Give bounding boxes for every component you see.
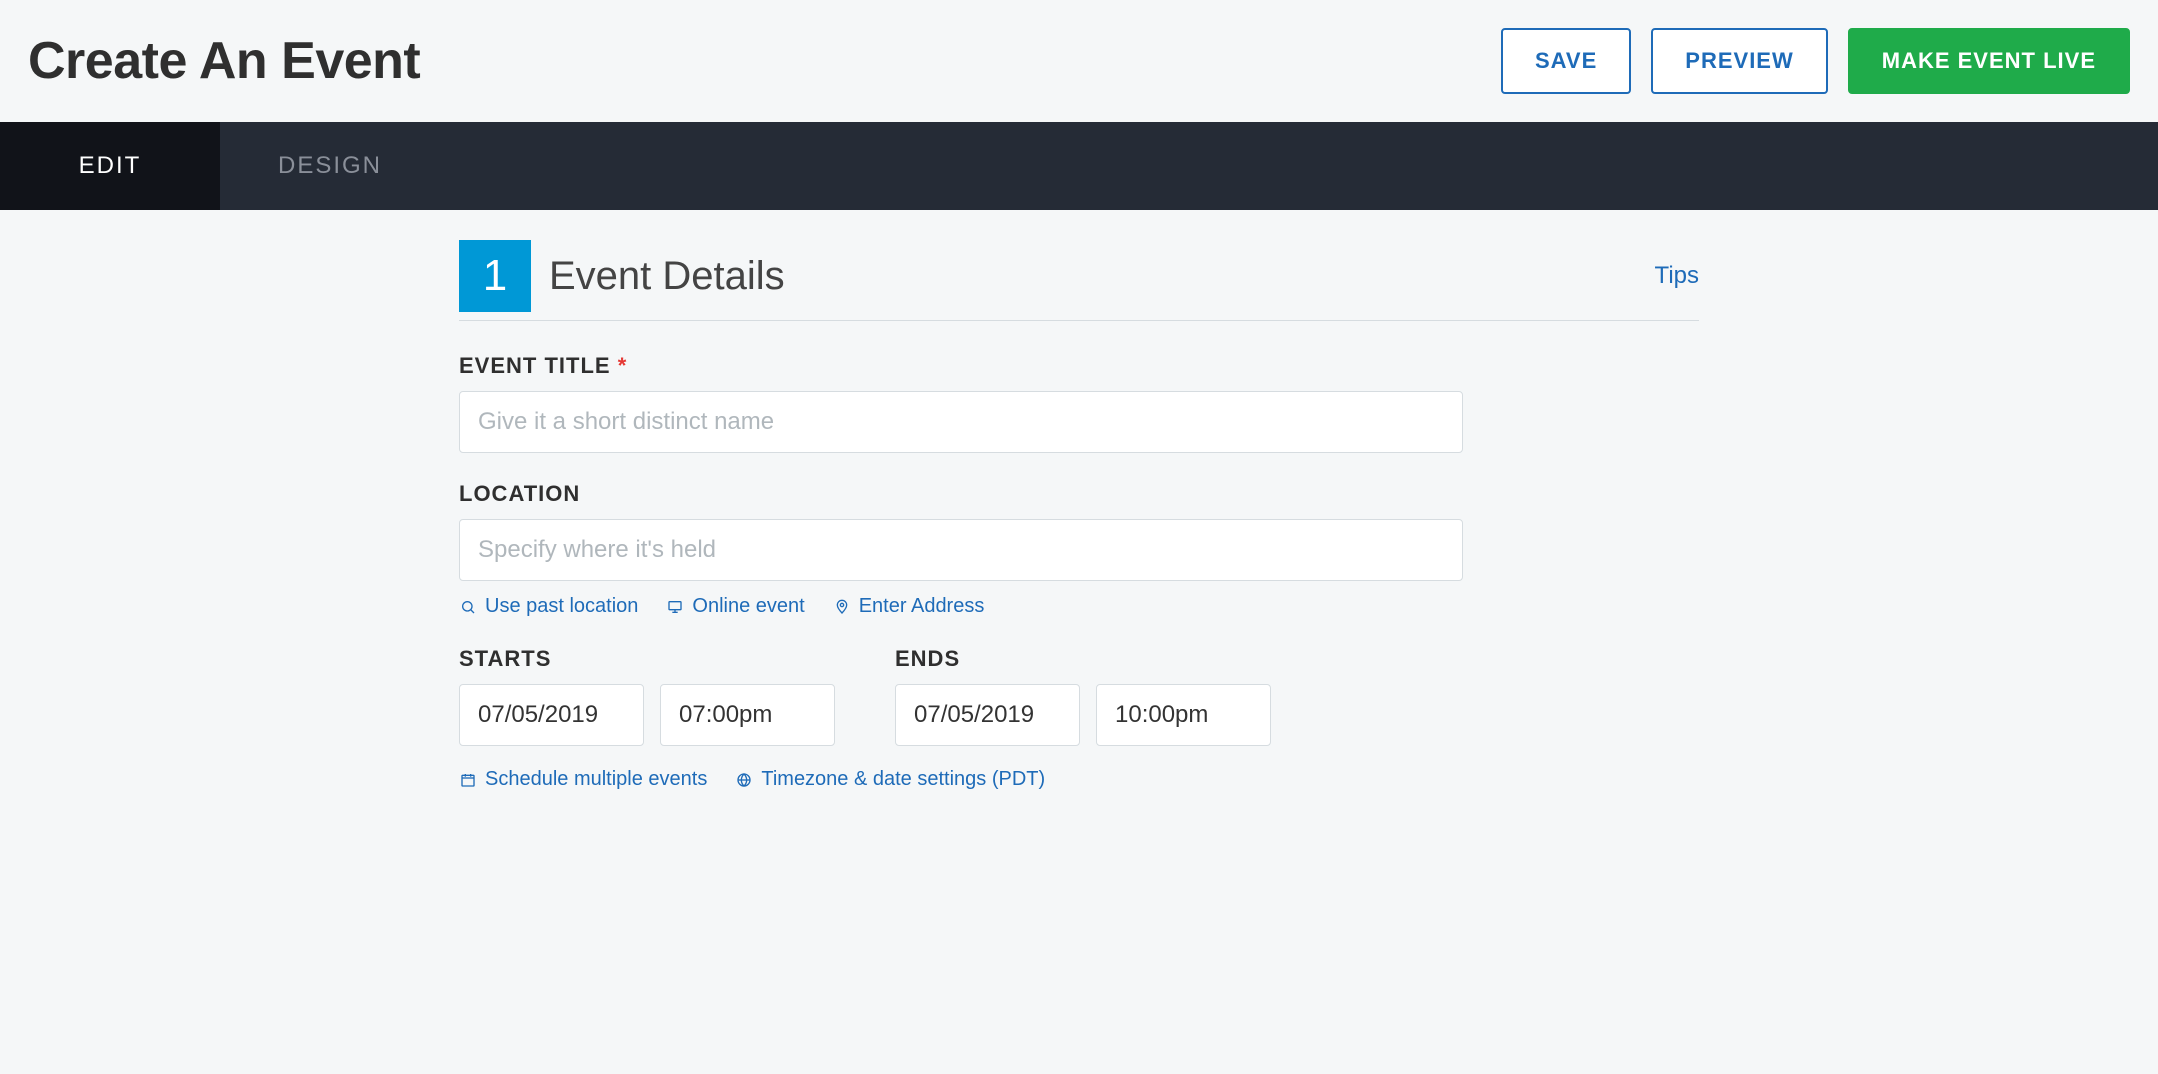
ends-time-input[interactable] [1096, 684, 1271, 746]
content-area: 1 Event Details Tips EVENT TITLE * LOCAT… [439, 210, 1719, 851]
event-title-label-text: EVENT TITLE [459, 353, 611, 378]
header-actions: SAVE PREVIEW MAKE EVENT LIVE [1501, 28, 2130, 94]
preview-button[interactable]: PREVIEW [1651, 28, 1827, 94]
search-icon [459, 598, 477, 616]
datetime-row: STARTS ENDS [459, 646, 1699, 746]
calendar-icon [459, 771, 477, 789]
event-title-label: EVENT TITLE * [459, 353, 1699, 379]
required-star: * [618, 353, 628, 378]
location-field: LOCATION Use past location Online event … [459, 481, 1699, 618]
globe-icon [735, 771, 753, 789]
ends-date-input[interactable] [895, 684, 1080, 746]
make-event-live-button[interactable]: MAKE EVENT LIVE [1848, 28, 2130, 94]
tab-edit[interactable]: EDIT [0, 122, 220, 210]
timezone-settings-link[interactable]: Timezone & date settings (PDT) [735, 768, 1045, 791]
location-quick-links: Use past location Online event Enter Add… [459, 595, 1699, 618]
section-title: Event Details [549, 254, 785, 299]
tab-bar: EDIT DESIGN [0, 122, 2158, 210]
starts-date-input[interactable] [459, 684, 644, 746]
use-past-location-text: Use past location [485, 595, 638, 618]
use-past-location-link[interactable]: Use past location [459, 595, 638, 618]
tab-design[interactable]: DESIGN [220, 122, 440, 210]
starts-label: STARTS [459, 646, 835, 672]
ends-inputs [895, 684, 1271, 746]
save-button[interactable]: SAVE [1501, 28, 1631, 94]
starts-time-input[interactable] [660, 684, 835, 746]
timezone-settings-text: Timezone & date settings (PDT) [761, 768, 1045, 791]
event-title-field: EVENT TITLE * [459, 353, 1699, 453]
location-label: LOCATION [459, 481, 1699, 507]
step-number-badge: 1 [459, 240, 531, 312]
enter-address-link[interactable]: Enter Address [833, 595, 985, 618]
schedule-multiple-text: Schedule multiple events [485, 768, 707, 791]
monitor-icon [666, 598, 684, 616]
page-header: Create An Event SAVE PREVIEW MAKE EVENT … [0, 0, 2158, 122]
section-header: 1 Event Details Tips [459, 240, 1699, 321]
location-input[interactable] [459, 519, 1463, 581]
enter-address-text: Enter Address [859, 595, 985, 618]
event-title-input[interactable] [459, 391, 1463, 453]
page-title: Create An Event [28, 31, 420, 91]
schedule-multiple-events-link[interactable]: Schedule multiple events [459, 768, 707, 791]
ends-column: ENDS [895, 646, 1271, 746]
tips-link[interactable]: Tips [1655, 262, 1699, 290]
online-event-text: Online event [692, 595, 804, 618]
map-pin-icon [833, 598, 851, 616]
starts-inputs [459, 684, 835, 746]
schedule-quick-links: Schedule multiple events Timezone & date… [459, 768, 1699, 791]
ends-label: ENDS [895, 646, 1271, 672]
online-event-link[interactable]: Online event [666, 595, 804, 618]
starts-column: STARTS [459, 646, 835, 746]
